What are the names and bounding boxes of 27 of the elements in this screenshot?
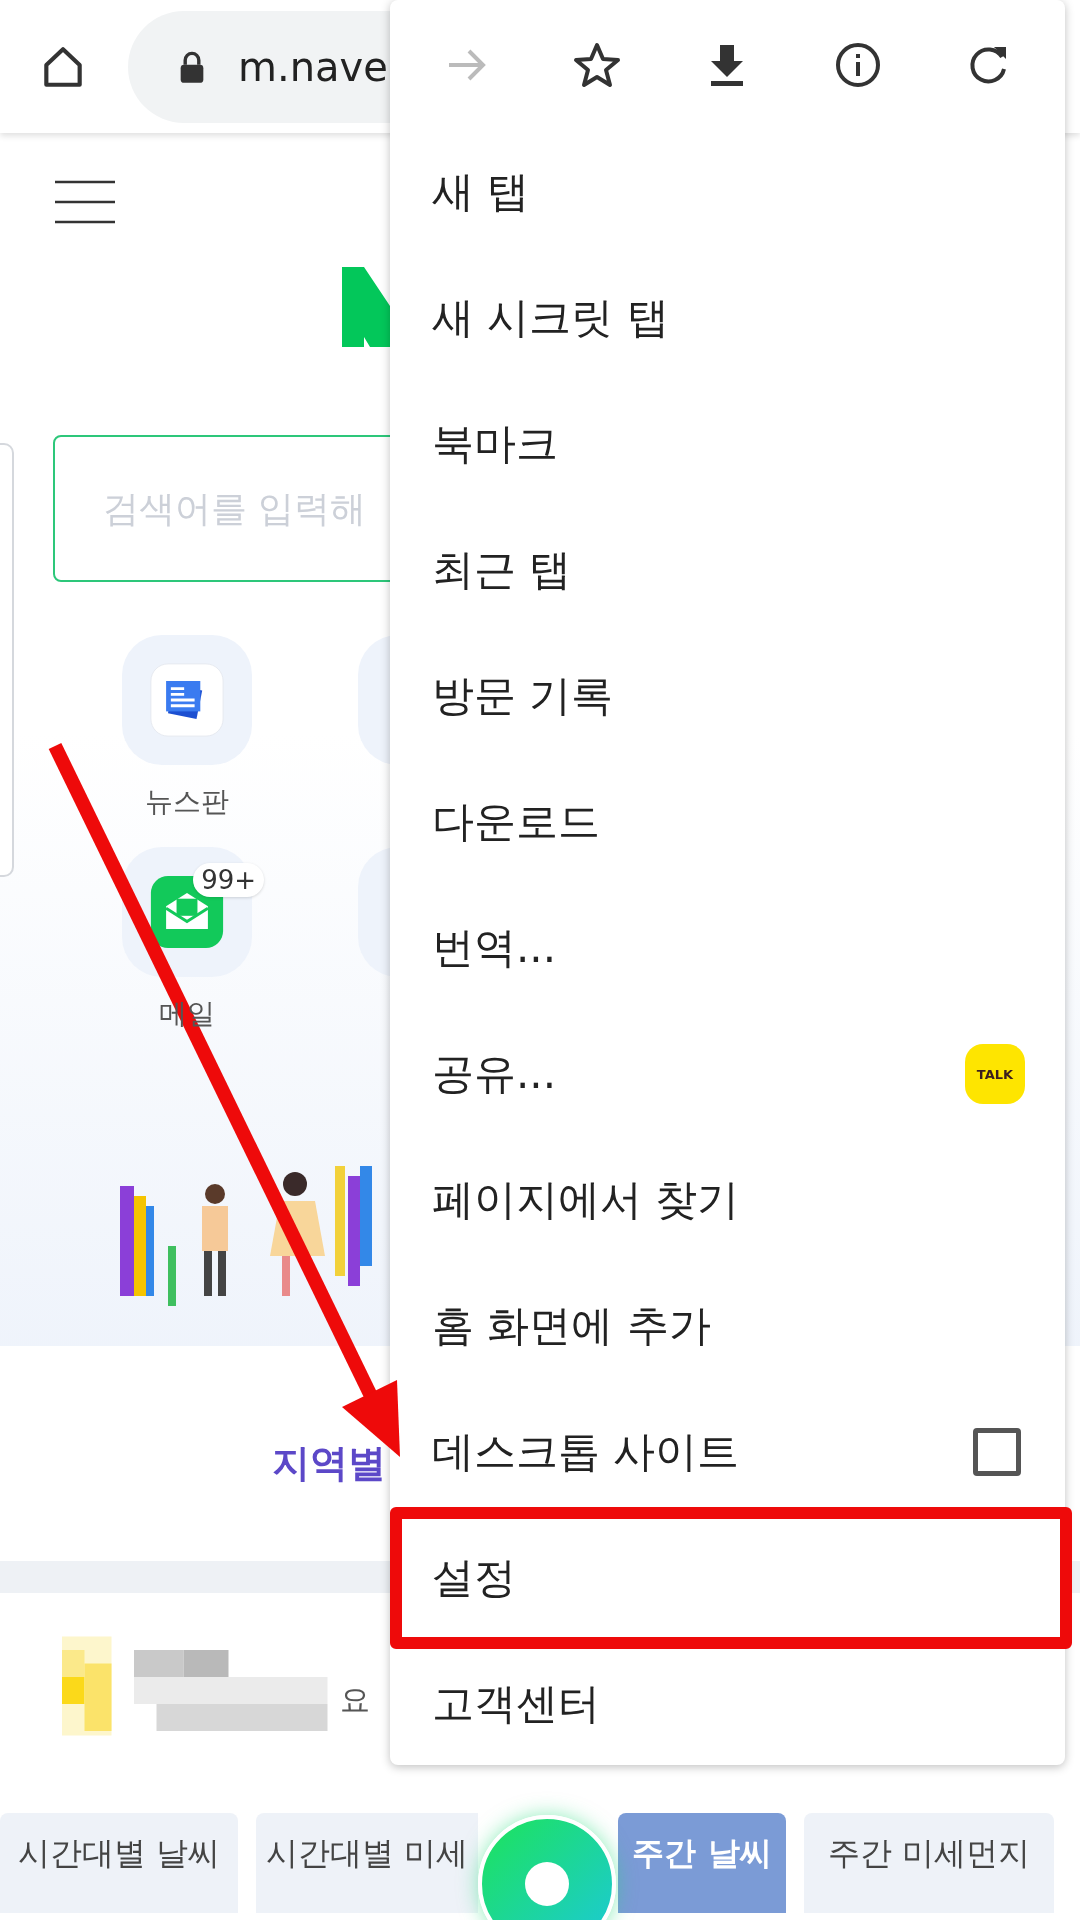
logo-icon — [342, 267, 392, 347]
menu-item[interactable]: 방문 기록 — [432, 668, 614, 724]
menu-item[interactable]: 새 탭 — [432, 164, 530, 220]
newspaper-icon — [149, 662, 225, 738]
weather-tab[interactable]: 시간대별 날씨 — [0, 1813, 238, 1913]
menu-item[interactable]: 고객센터 — [432, 1676, 600, 1732]
lock-icon — [178, 49, 206, 84]
menu-item[interactable]: 데스크톱 사이트 — [432, 1424, 740, 1480]
menu-item[interactable]: 홈 화면에 추가 — [432, 1298, 711, 1354]
menu-item[interactable]: 새 시크릿 탭 — [432, 290, 669, 346]
count-badge: 99+ — [193, 863, 264, 897]
section-tab[interactable]: 지역별 — [272, 1438, 386, 1489]
chat-app-icon[interactable]: TALK — [965, 1044, 1025, 1104]
info-icon[interactable] — [833, 40, 882, 89]
weather-text: 요 — [340, 1681, 370, 1719]
weather-tab[interactable]: 시간대별 미세 — [256, 1813, 478, 1913]
menu-item[interactable]: 다운로드 — [432, 794, 600, 850]
checkbox[interactable] — [973, 1428, 1021, 1476]
url-text: m.nave — [238, 43, 388, 90]
weather-tab[interactable]: 주간 미세먼지 — [804, 1813, 1054, 1913]
shortcut-label: 뉴스판 — [145, 784, 229, 819]
menu-item[interactable]: 페이지에서 찾기 — [432, 1172, 740, 1228]
menu-item[interactable]: 번역... — [432, 920, 557, 976]
menu-item[interactable]: 설정 — [432, 1550, 516, 1606]
shortcut-button[interactable] — [122, 635, 252, 765]
menu-item[interactable]: 공유... — [432, 1046, 557, 1102]
star-icon[interactable] — [573, 40, 622, 89]
